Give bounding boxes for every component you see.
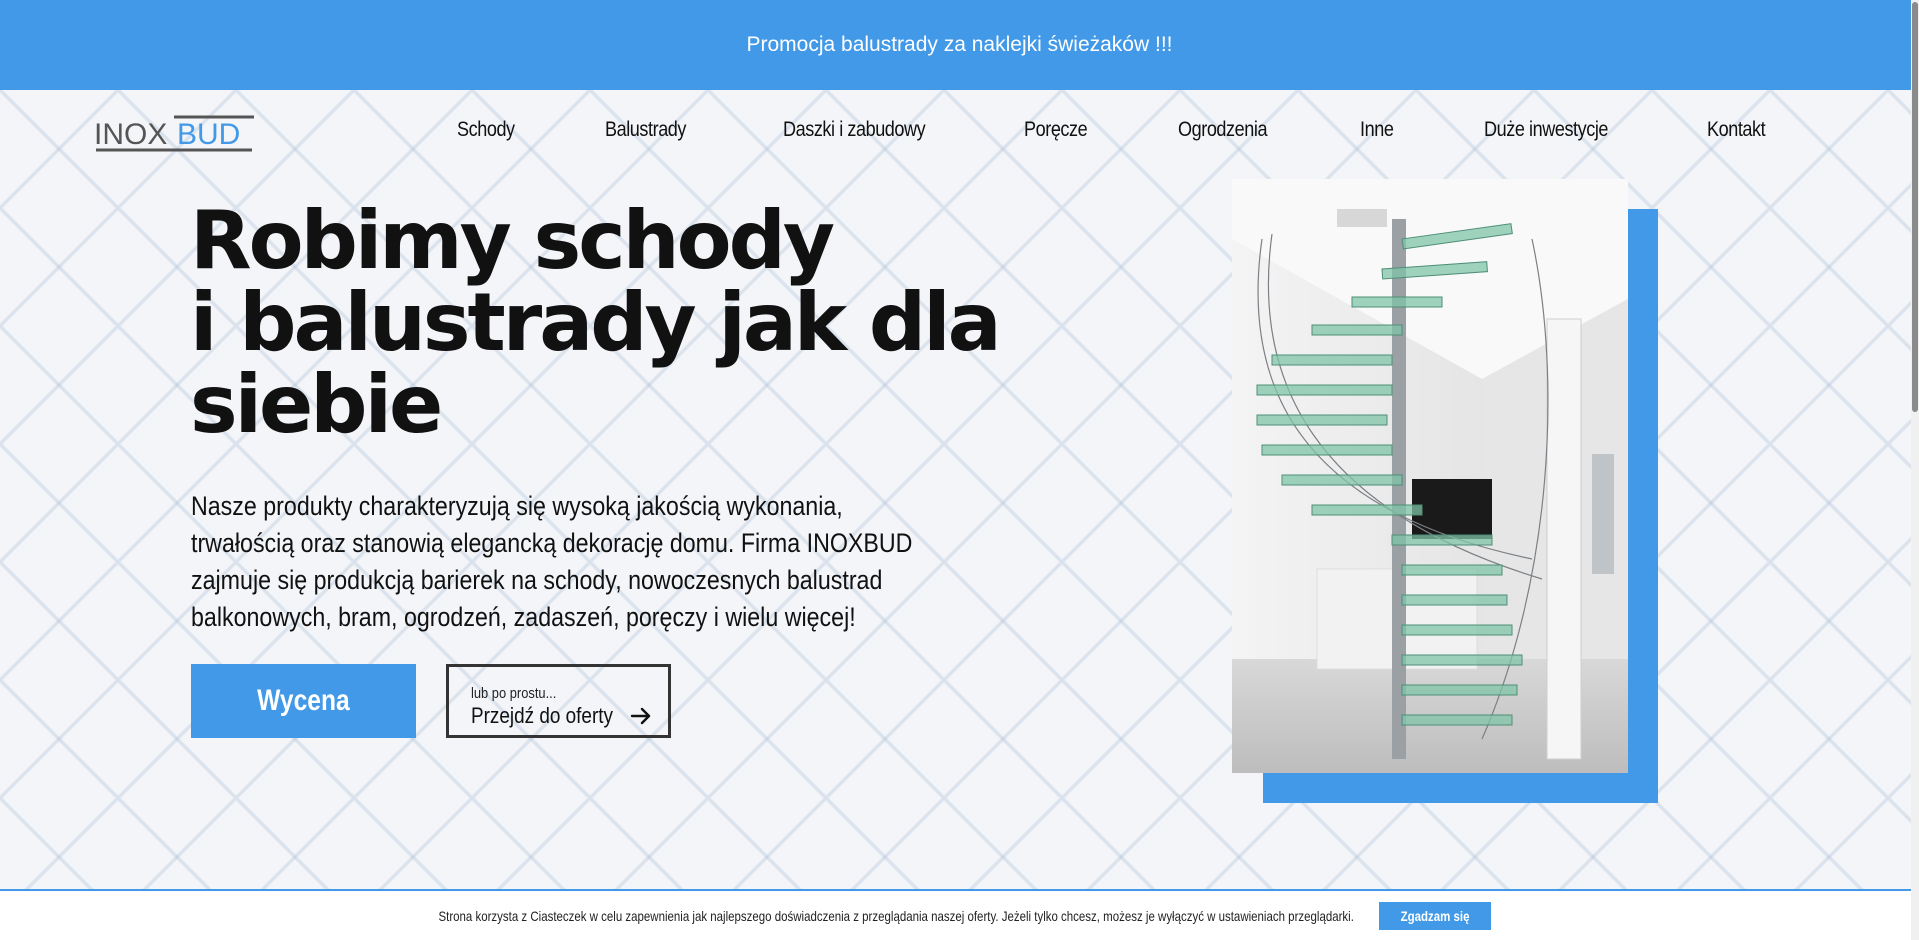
main-navigation: Schody Balustrady Daszki i zabudowy Porę…: [457, 118, 1787, 142]
nav-item-porecze[interactable]: Poręcze: [1024, 118, 1156, 142]
nav-item-kontakt[interactable]: Kontakt: [1707, 118, 1776, 142]
hero-title-line-3: siebie: [190, 358, 443, 451]
nav-item-schody[interactable]: Schody: [457, 118, 584, 142]
site-logo[interactable]: INOX BUD: [94, 112, 254, 156]
hero-title-line-1: Robimy schody: [190, 194, 835, 287]
cookie-accept-button[interactable]: Zgadzam się: [1378, 901, 1491, 930]
promo-text[interactable]: Promocja balustrady za naklejki świeżakó…: [746, 33, 1172, 57]
spiral-stairs-illustration: [1232, 179, 1628, 773]
nav-item-inne[interactable]: Inne: [1360, 118, 1467, 142]
nav-item-daszki[interactable]: Daszki i zabudowy: [783, 118, 990, 142]
scrollbar-thumb[interactable]: [1912, 2, 1918, 412]
hero-title: Robimy schody i balustrady jak dla siebi…: [190, 194, 1002, 451]
site-header: INOX BUD Schody Balustrady Daszki i zabu…: [0, 90, 1919, 170]
nav-item-ogrodzenia[interactable]: Ogrodzenia: [1178, 118, 1335, 142]
offer-button-prefix: lub po prostu...: [471, 684, 557, 702]
hero-title-line-2: i balustrady jak dla: [190, 276, 1002, 369]
logo-part-bud: BUD: [177, 118, 240, 151]
offer-button[interactable]: lub po prostu... Przejdź do oferty: [446, 664, 671, 738]
cookie-text: Strona korzysta z Ciasteczek w celu zape…: [438, 907, 1355, 924]
quote-button-label: Wycena: [257, 684, 350, 717]
quote-button[interactable]: Wycena: [191, 664, 416, 738]
hero-description: Nasze produkty charakteryzują się wysoką…: [191, 491, 913, 632]
nav-item-balustrady[interactable]: Balustrady: [605, 118, 758, 142]
nav-item-duze-inwestycje[interactable]: Duże inwestycje: [1484, 118, 1676, 142]
hero-image-spiral-stairs: [1232, 179, 1628, 773]
arrow-right-icon: [630, 707, 651, 724]
offer-button-label: Przejdź do oferty: [471, 702, 613, 728]
cookie-accept-label: Zgadzam się: [1400, 907, 1470, 924]
cookie-banner: Strona korzysta z Ciasteczek w celu zape…: [0, 889, 1919, 940]
page-scrollbar[interactable]: [1911, 0, 1919, 940]
promo-banner[interactable]: Promocja balustrady za naklejki świeżakó…: [0, 0, 1919, 90]
logo-part-inox: INOX: [94, 118, 167, 151]
